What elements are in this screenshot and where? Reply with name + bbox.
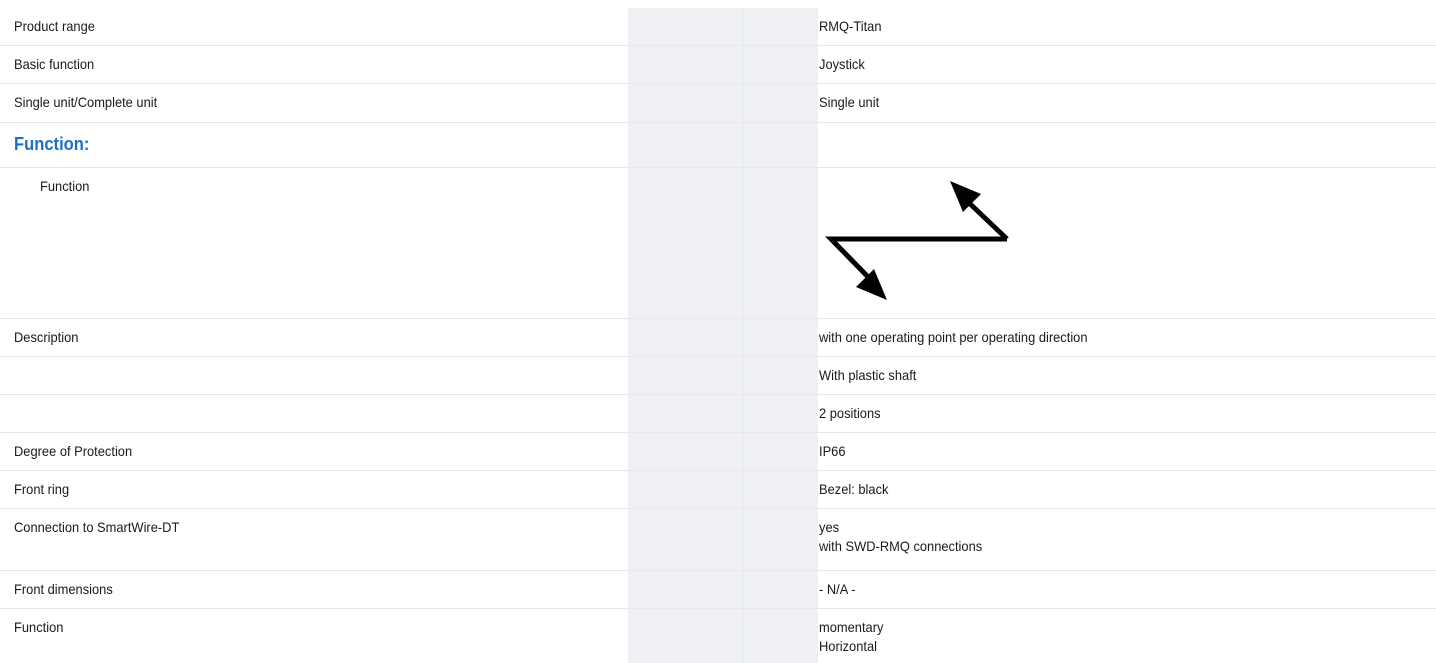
spec-value: with one operating point per operating d… bbox=[819, 329, 1088, 345]
spec-value-line-1: yes bbox=[819, 519, 840, 535]
section-title: Function: bbox=[14, 134, 90, 154]
spec-value-line-1: momentary bbox=[819, 619, 884, 635]
spec-row-single-unit: Single unit/Complete unit Single unit bbox=[0, 84, 1436, 123]
section-row-function: Function: bbox=[0, 123, 1436, 168]
spec-label: Degree of Protection bbox=[14, 443, 133, 459]
spec-value-line-2: Horizontal bbox=[819, 638, 877, 654]
spec-row-description-3: 2 positions bbox=[0, 395, 1436, 433]
spec-label: Single unit/Complete unit bbox=[14, 94, 158, 110]
spec-value: Bezel: black bbox=[819, 481, 889, 497]
spec-value: - N/A - bbox=[819, 581, 856, 597]
spec-label: Description bbox=[14, 329, 79, 345]
spec-label: Front dimensions bbox=[14, 581, 113, 597]
spec-row-description: Description with one operating point per… bbox=[0, 319, 1436, 357]
spec-row-function-icon: Function bbox=[0, 168, 1436, 319]
spec-row-product-range: Product range RMQ-Titan bbox=[0, 8, 1436, 46]
spec-label: Product range bbox=[14, 18, 95, 34]
spec-label: Front ring bbox=[14, 481, 70, 497]
spec-label: Connection to SmartWire-DT bbox=[14, 519, 180, 535]
spec-row-function-mode: Function momentary Horizontal bbox=[0, 609, 1436, 663]
spec-value: Joystick bbox=[819, 56, 865, 72]
spec-value: IP66 bbox=[819, 443, 846, 459]
spec-row-basic-function: Basic function Joystick bbox=[0, 46, 1436, 84]
spec-label: Function bbox=[40, 178, 90, 194]
spec-row-degree-of-protection: Degree of Protection IP66 bbox=[0, 433, 1436, 471]
joystick-function-arrows-icon bbox=[825, 181, 1009, 300]
spec-value-line-2: with SWD-RMQ connections bbox=[819, 538, 983, 554]
spec-label: Basic function bbox=[14, 56, 95, 72]
spec-label: Function bbox=[14, 619, 64, 635]
spec-row-front-ring: Front ring Bezel: black bbox=[0, 471, 1436, 509]
spec-row-description-2: With plastic shaft bbox=[0, 357, 1436, 395]
spec-value: Single unit bbox=[819, 94, 880, 110]
spec-value: With plastic shaft bbox=[819, 367, 917, 383]
spec-value: 2 positions bbox=[819, 405, 881, 421]
product-spec-table: Product range RMQ-Titan Basic function J… bbox=[0, 0, 1436, 663]
spec-row-connection-smartwire: Connection to SmartWire-DT yes with SWD-… bbox=[0, 509, 1436, 571]
spec-value: RMQ-Titan bbox=[819, 18, 882, 34]
spec-row-front-dimensions: Front dimensions - N/A - bbox=[0, 571, 1436, 609]
